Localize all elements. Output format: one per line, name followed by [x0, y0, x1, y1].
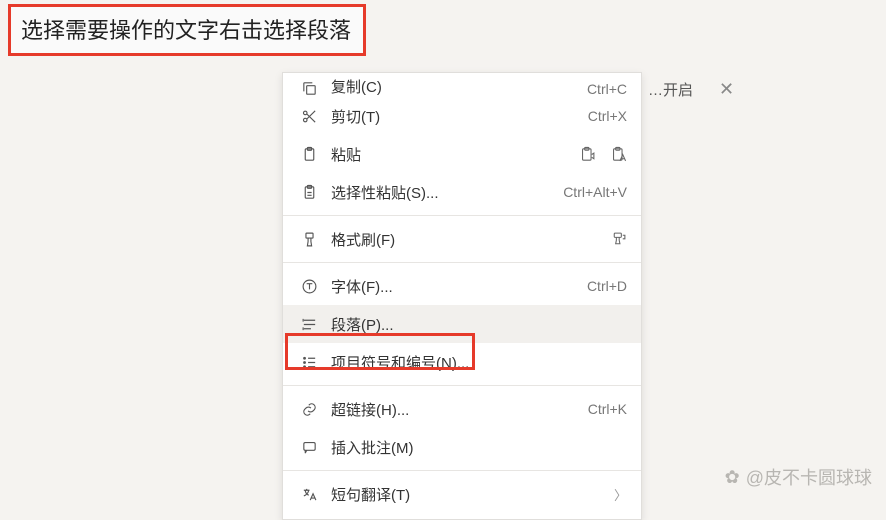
instruction-text: 选择需要操作的文字右击选择段落 [21, 18, 351, 43]
menu-divider [283, 470, 641, 471]
top-pane-remnant: …开启 ✕ [648, 75, 742, 104]
instruction-annotation: 选择需要操作的文字右击选择段落 [8, 4, 366, 56]
menu-divider [283, 215, 641, 216]
menu-divider [283, 385, 641, 386]
menu-item-translate[interactable]: 短句翻译(T) 〉 [283, 475, 641, 513]
clipboard-icon [297, 146, 321, 163]
menu-label: 项目符号和编号(N)... [331, 352, 627, 373]
menu-item-format-painter[interactable]: 格式刷(F) [283, 220, 641, 258]
clipboard-special-icon [297, 184, 321, 201]
paste-keep-format-icon[interactable] [579, 146, 596, 163]
watermark-text: @皮不卡圆球球 [746, 464, 872, 490]
chevron-right-icon: 〉 [614, 485, 627, 504]
close-icon[interactable]: ✕ [711, 75, 742, 104]
menu-item-paragraph[interactable]: 段落(P)... [283, 305, 641, 343]
menu-label: 粘贴 [331, 144, 579, 165]
copy-icon [297, 80, 321, 97]
menu-label: 插入批注(M) [331, 437, 627, 458]
watermark-icon: ✿ [725, 467, 740, 488]
comment-icon [297, 439, 321, 456]
menu-item-comment[interactable]: 插入批注(M) [283, 428, 641, 466]
paste-text-only-icon[interactable] [610, 146, 627, 163]
menu-label: 超链接(H)... [331, 399, 588, 420]
menu-item-cut[interactable]: 剪切(T) Ctrl+X [283, 97, 641, 135]
menu-label: 复制(C) [331, 76, 587, 97]
link-icon [297, 401, 321, 418]
top-pane-label: …开启 [648, 79, 693, 100]
format-painter-extra-icon[interactable] [610, 231, 627, 248]
font-icon [297, 278, 321, 295]
context-menu: 复制(C) Ctrl+C 剪切(T) Ctrl+X 粘贴 选择性粘贴(S)...… [282, 72, 642, 520]
paragraph-icon [297, 316, 321, 333]
menu-item-paste[interactable]: 粘贴 [283, 135, 641, 173]
menu-item-font[interactable]: 字体(F)... Ctrl+D [283, 267, 641, 305]
scissors-icon [297, 108, 321, 125]
menu-shortcut: Ctrl+Alt+V [563, 184, 627, 200]
menu-label: 段落(P)... [331, 314, 627, 335]
menu-item-hyperlink[interactable]: 超链接(H)... Ctrl+K [283, 390, 641, 428]
paintbrush-icon [297, 231, 321, 248]
watermark: ✿ @皮不卡圆球球 [725, 464, 872, 490]
menu-label: 格式刷(F) [331, 229, 610, 250]
menu-shortcut: Ctrl+K [588, 401, 627, 417]
menu-divider [283, 262, 641, 263]
paste-mode-icons[interactable] [579, 146, 627, 163]
menu-label: 字体(F)... [331, 276, 587, 297]
menu-shortcut: Ctrl+D [587, 278, 627, 294]
menu-label: 短句翻译(T) [331, 484, 614, 505]
menu-shortcut: Ctrl+C [587, 81, 627, 97]
menu-label: 选择性粘贴(S)... [331, 182, 563, 203]
list-icon [297, 354, 321, 371]
menu-item-bullets[interactable]: 项目符号和编号(N)... [283, 343, 641, 381]
menu-item-copy[interactable]: 复制(C) Ctrl+C [283, 75, 641, 97]
menu-item-paste-special[interactable]: 选择性粘贴(S)... Ctrl+Alt+V [283, 173, 641, 211]
menu-shortcut: Ctrl+X [588, 108, 627, 124]
menu-label: 剪切(T) [331, 106, 588, 127]
